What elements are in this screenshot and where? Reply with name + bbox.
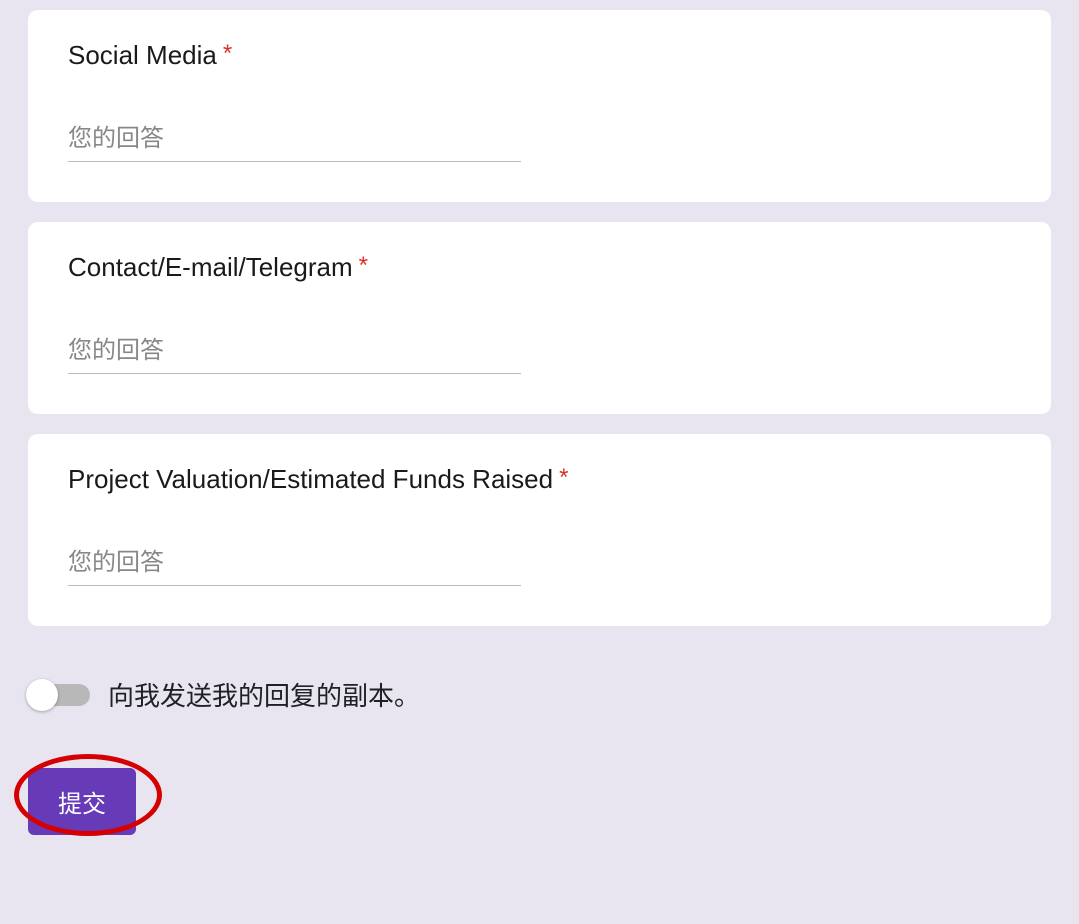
question-card-contact: Contact/E-mail/Telegram * xyxy=(28,222,1051,414)
form-container: Social Media * Contact/E-mail/Telegram *… xyxy=(0,0,1079,855)
question-label: Project Valuation/Estimated Funds Raised… xyxy=(68,464,1011,495)
send-copy-row: 向我发送我的回复的副本。 xyxy=(28,676,1051,713)
toggle-thumb xyxy=(26,679,58,711)
question-card-valuation: Project Valuation/Estimated Funds Raised… xyxy=(28,434,1051,626)
send-copy-toggle[interactable] xyxy=(28,684,90,706)
social-media-input[interactable] xyxy=(68,121,521,162)
contact-input[interactable] xyxy=(68,333,521,374)
required-asterisk: * xyxy=(559,466,568,490)
question-card-social-media: Social Media * xyxy=(28,10,1051,202)
send-copy-label: 向我发送我的回复的副本。 xyxy=(108,676,420,713)
question-text: Contact/E-mail/Telegram xyxy=(68,252,353,283)
question-text: Project Valuation/Estimated Funds Raised xyxy=(68,464,553,495)
submit-area: 提交 xyxy=(28,768,136,835)
required-asterisk: * xyxy=(223,42,232,66)
question-text: Social Media xyxy=(68,40,217,71)
required-asterisk: * xyxy=(359,254,368,278)
question-label: Contact/E-mail/Telegram * xyxy=(68,252,1011,283)
question-label: Social Media * xyxy=(68,40,1011,71)
valuation-input[interactable] xyxy=(68,545,521,586)
submit-button[interactable]: 提交 xyxy=(28,768,136,835)
